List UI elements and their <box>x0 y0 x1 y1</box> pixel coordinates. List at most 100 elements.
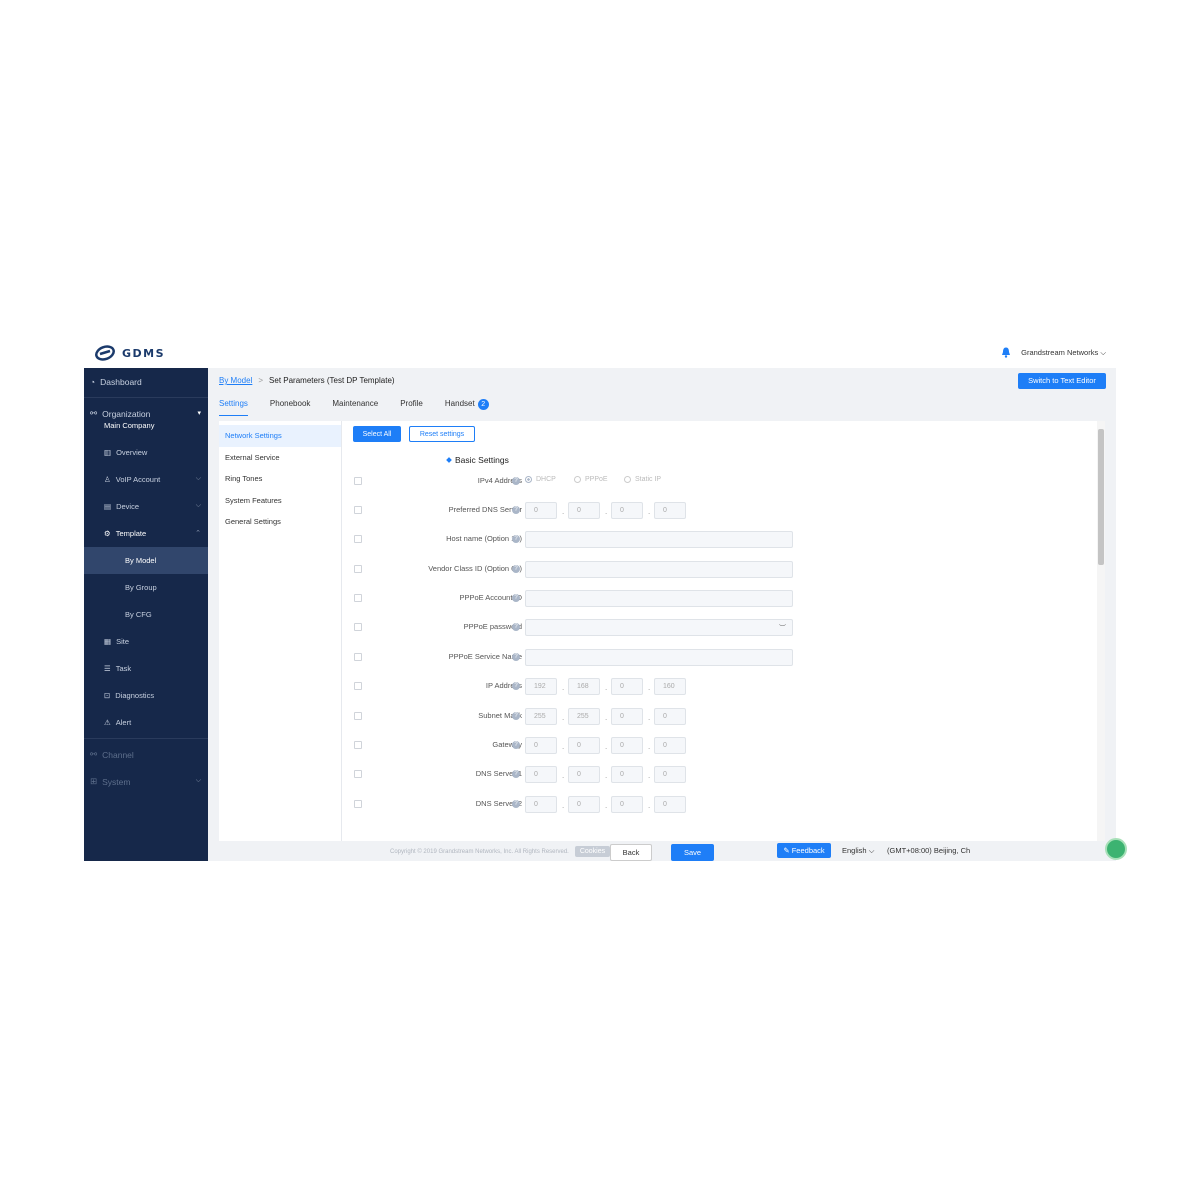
back-button[interactable]: Back <box>610 844 652 861</box>
ip-octet-input[interactable]: 0 <box>611 678 643 695</box>
breadcrumb-by-model-link[interactable]: By Model <box>219 376 252 385</box>
help-icon[interactable]: ? <box>512 594 520 602</box>
ip-octet-input[interactable]: 0 <box>525 796 557 813</box>
help-icon[interactable]: ? <box>512 712 520 720</box>
help-icon[interactable]: ? <box>512 653 520 661</box>
radio-static-ip[interactable]: Static IP <box>624 476 661 483</box>
row-checkbox[interactable] <box>354 477 362 485</box>
hostname-input[interactable] <box>525 531 793 548</box>
select-all-button[interactable]: Select All <box>353 426 401 442</box>
sidebar-item-system[interactable]: ⊞ System ⌵ <box>84 768 208 795</box>
ip-octet-input[interactable]: 0 <box>654 766 686 783</box>
menu-system-features[interactable]: System Features <box>219 490 341 512</box>
ip-octet-input[interactable]: 255 <box>568 708 600 725</box>
ip-octet-input[interactable]: 0 <box>654 737 686 754</box>
help-icon[interactable]: ? <box>512 770 520 778</box>
assistant-bubble-icon[interactable] <box>1105 838 1127 860</box>
ip-octet-input[interactable]: 0 <box>525 766 557 783</box>
cookies-button[interactable]: Cookies <box>574 846 611 857</box>
sidebar-item-site[interactable]: ▦ Site <box>84 628 208 655</box>
sidebar-item-alert[interactable]: ⚠ Alert <box>84 709 208 736</box>
sidebar-item-by-group[interactable]: By Group <box>84 574 208 601</box>
save-button[interactable]: Save <box>671 844 714 861</box>
pppoe-service-input[interactable] <box>525 649 793 666</box>
row-checkbox[interactable] <box>354 594 362 602</box>
ip-octet-input[interactable]: 0 <box>568 766 600 783</box>
row-checkbox[interactable] <box>354 800 362 808</box>
dashboard-icon: ◔ <box>90 376 96 387</box>
tab-settings[interactable]: Settings <box>219 399 248 416</box>
sidebar-item-overview[interactable]: ▥ Overview <box>84 439 208 466</box>
tab-phonebook[interactable]: Phonebook <box>270 399 310 416</box>
tab-handset[interactable]: Handset 2 <box>445 399 489 416</box>
switch-to-text-editor-button[interactable]: Switch to Text Editor <box>1018 373 1106 389</box>
timezone-select[interactable]: (GMT+08:00) Beijing, Ch <box>887 846 970 855</box>
help-icon[interactable]: ? <box>512 477 520 485</box>
row-checkbox[interactable] <box>354 565 362 573</box>
help-icon[interactable]: ? <box>512 535 520 543</box>
ip-octet-input[interactable]: 0 <box>611 766 643 783</box>
row-checkbox[interactable] <box>354 535 362 543</box>
row-checkbox[interactable] <box>354 770 362 778</box>
sidebar-item-dashboard[interactable]: ◔ Dashboard <box>84 368 208 395</box>
org-dropdown[interactable]: Grandstream Networks ⌵ <box>1021 348 1106 358</box>
row-checkbox[interactable] <box>354 712 362 720</box>
sidebar-item-organization[interactable]: ⚯ Organization ▾ <box>84 400 208 427</box>
help-icon[interactable]: ? <box>512 565 520 573</box>
ip-octet-input[interactable]: 0 <box>611 737 643 754</box>
ip-octet-input[interactable]: 0 <box>654 796 686 813</box>
pppoe-account-input[interactable] <box>525 590 793 607</box>
sidebar-item-device[interactable]: ▤ Device ⌵ <box>84 493 208 520</box>
ip-octet-input[interactable]: 0 <box>525 737 557 754</box>
ip-octet-input[interactable]: 168 <box>568 678 600 695</box>
feedback-button[interactable]: ✎ Feedback <box>777 843 831 858</box>
vendor-class-input[interactable] <box>525 561 793 578</box>
help-icon[interactable]: ? <box>512 741 520 749</box>
help-icon[interactable]: ? <box>512 682 520 690</box>
sidebar-item-voip-account[interactable]: ♙ VoIP Account ⌵ <box>84 466 208 493</box>
ip-octet-input[interactable]: 0 <box>568 796 600 813</box>
sidebar-item-template[interactable]: ⚙ Template ⌃ <box>84 520 208 547</box>
menu-ring-tones[interactable]: Ring Tones <box>219 468 341 490</box>
ip-octet-input[interactable]: 0 <box>611 502 643 519</box>
scrollbar-thumb[interactable] <box>1098 429 1104 565</box>
menu-network-settings[interactable]: Network Settings <box>219 425 341 447</box>
sidebar-item-task[interactable]: ☰ Task <box>84 655 208 682</box>
sidebar-item-by-model[interactable]: By Model <box>84 547 208 574</box>
vertical-scrollbar[interactable] <box>1097 421 1105 841</box>
menu-general-settings[interactable]: General Settings <box>219 511 341 533</box>
sidebar-item-by-cfg[interactable]: By CFG <box>84 601 208 628</box>
row-checkbox[interactable] <box>354 653 362 661</box>
ip-octet-input[interactable]: 0 <box>525 502 557 519</box>
menu-external-service[interactable]: External Service <box>219 447 341 469</box>
sidebar-item-channel[interactable]: ⚯ Channel <box>84 741 208 768</box>
language-select[interactable]: English ⌵ <box>842 846 874 856</box>
radio-dhcp[interactable]: DHCP <box>525 476 556 483</box>
logo[interactable]: GDMS <box>94 345 165 361</box>
row-checkbox[interactable] <box>354 623 362 631</box>
pppoe-password-input[interactable]: ︶ <box>525 619 793 636</box>
ip-octet-input[interactable]: 255 <box>525 708 557 725</box>
row-checkbox[interactable] <box>354 741 362 749</box>
ip-octet-input[interactable]: 160 <box>654 678 686 695</box>
eye-closed-icon[interactable]: ︶ <box>779 623 786 633</box>
ip-octet-input[interactable]: 0 <box>568 502 600 519</box>
ip-octet-input[interactable]: 0 <box>611 708 643 725</box>
bell-icon[interactable] <box>1001 347 1011 358</box>
sidebar-item-diagnostics[interactable]: ⊡ Diagnostics <box>84 682 208 709</box>
row-checkbox[interactable] <box>354 682 362 690</box>
help-icon[interactable]: ? <box>512 800 520 808</box>
sidebar-item-label: By CFG <box>125 610 152 619</box>
ip-octet-input[interactable]: 0 <box>568 737 600 754</box>
tab-maintenance[interactable]: Maintenance <box>332 399 378 416</box>
help-icon[interactable]: ? <box>512 506 520 514</box>
reset-settings-button[interactable]: Reset settings <box>409 426 475 442</box>
ip-octet-input[interactable]: 0 <box>654 708 686 725</box>
tab-profile[interactable]: Profile <box>400 399 423 416</box>
ip-octet-input[interactable]: 0 <box>654 502 686 519</box>
ip-octet-input[interactable]: 192 <box>525 678 557 695</box>
help-icon[interactable]: ? <box>512 623 520 631</box>
ip-octet-input[interactable]: 0 <box>611 796 643 813</box>
radio-pppoe[interactable]: PPPoE <box>574 476 608 483</box>
row-checkbox[interactable] <box>354 506 362 514</box>
